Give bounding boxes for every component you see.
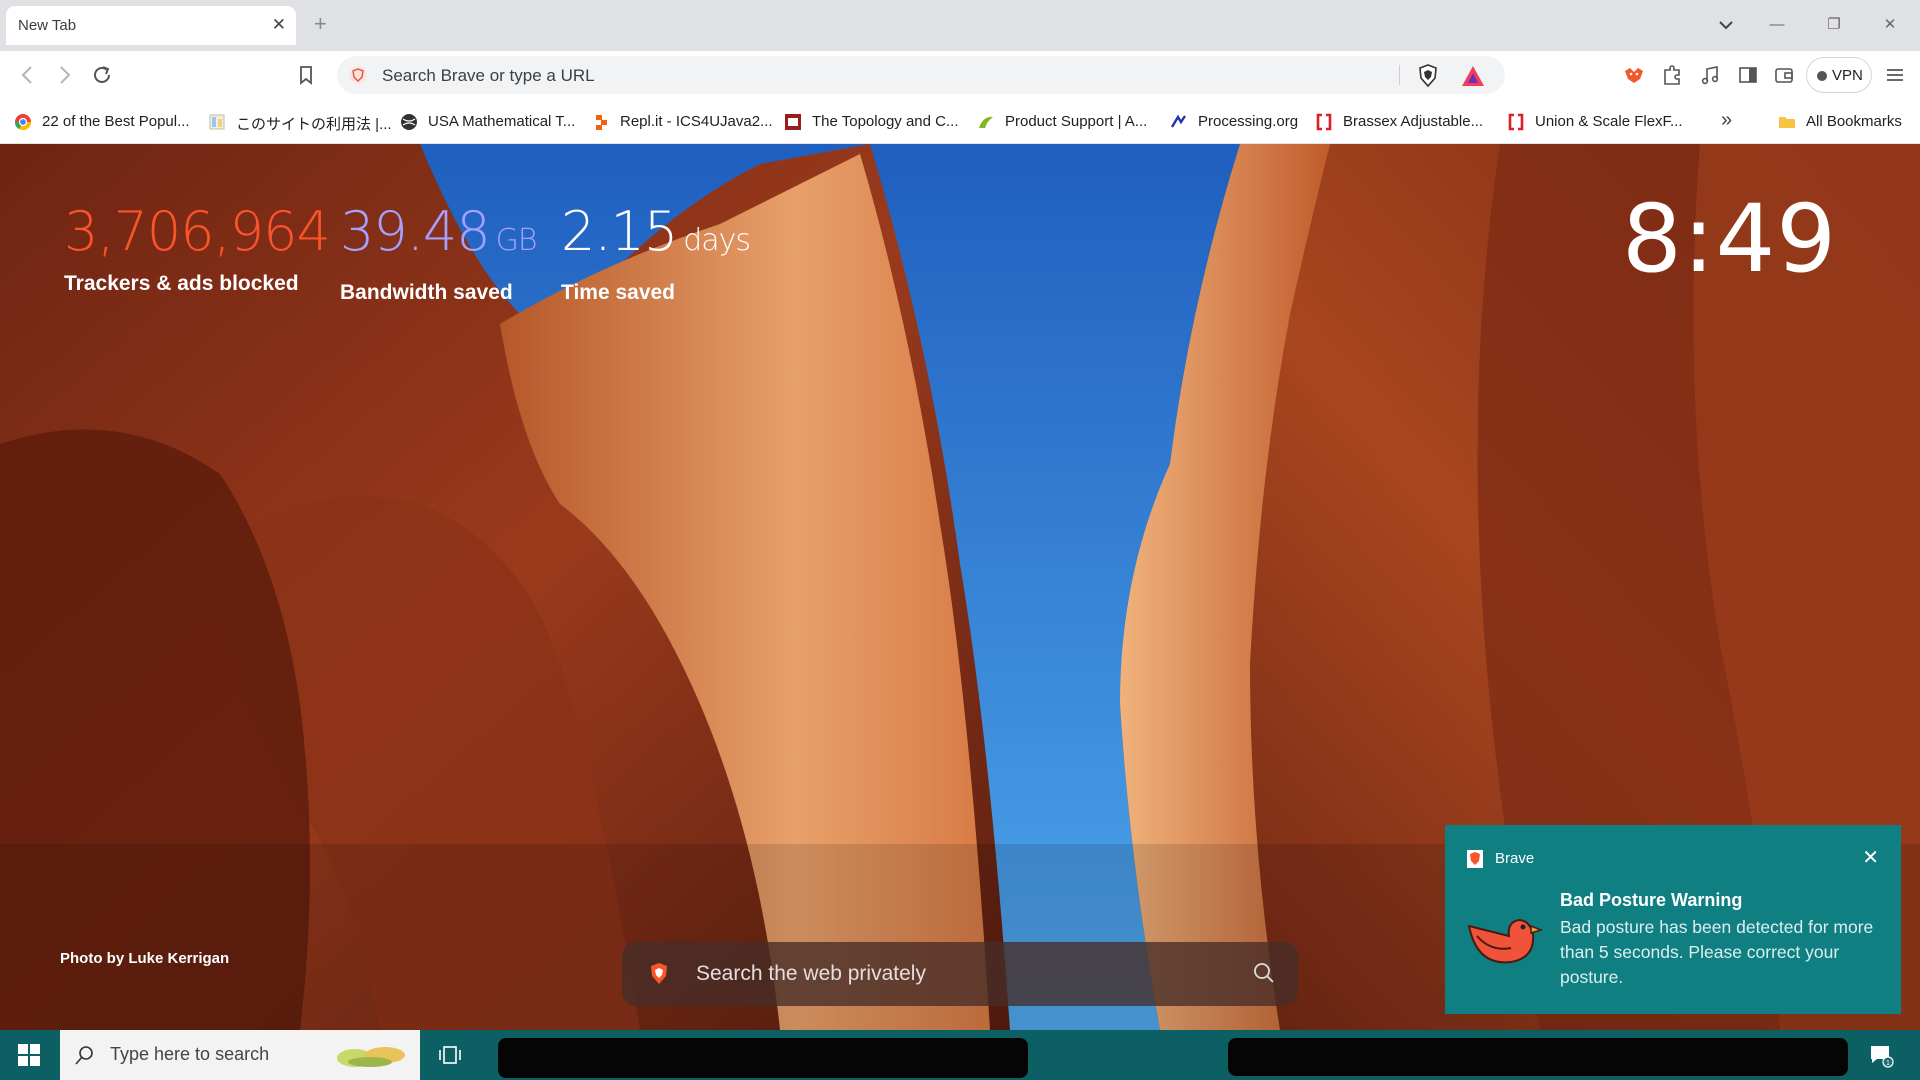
tab-new-tab[interactable]: New Tab ✕ xyxy=(6,6,296,45)
tab-title: New Tab xyxy=(18,17,77,34)
replit-icon xyxy=(596,115,607,130)
address-bar[interactable]: Search Brave or type a URL xyxy=(337,56,1505,94)
notification-title: Bad Posture Warning xyxy=(1560,890,1743,910)
back-arrow-icon[interactable] xyxy=(15,62,41,88)
brave-wallet-lion-icon[interactable] xyxy=(1622,63,1646,87)
taskbar-search-placeholder: Type here to search xyxy=(110,1044,270,1064)
forward-arrow-icon[interactable] xyxy=(51,62,77,88)
svg-text:1: 1 xyxy=(1886,1060,1890,1067)
bandwidth-saved-stat: 39.48 GB Bandwidth saved xyxy=(340,200,538,305)
search-icon[interactable] xyxy=(1252,961,1276,985)
window-close-button[interactable]: ✕ xyxy=(1878,13,1902,37)
stat-unit: GB xyxy=(495,223,538,258)
stat-label: Trackers & ads blocked xyxy=(64,272,299,295)
brave-rewards-icon[interactable] xyxy=(1461,65,1485,87)
chrome-color-icon xyxy=(14,114,32,131)
acer-icon xyxy=(979,116,993,128)
globe-icon xyxy=(401,114,417,130)
stat-value: 2.15 xyxy=(561,200,678,263)
media-music-icon[interactable] xyxy=(1698,63,1722,87)
vpn-button[interactable]: VPN xyxy=(1806,57,1872,93)
page-icon xyxy=(209,114,225,130)
notification-body: Bad posture has been detected for more t… xyxy=(1560,917,1874,987)
minimize-button[interactable]: — xyxy=(1765,13,1789,37)
redacted-taskbar-apps xyxy=(498,1038,1028,1078)
photo-credit[interactable]: Photo by Luke Kerrigan xyxy=(60,950,229,967)
ntp-search-placeholder: Search the web privately xyxy=(696,962,926,985)
stat-label: Time saved xyxy=(561,281,676,304)
stat-unit: days xyxy=(683,223,751,258)
browser-toolbar: Search Brave or type a URL VPN xyxy=(0,51,1920,100)
new-tab-button[interactable]: + xyxy=(314,11,327,37)
tab-close-icon[interactable]: ✕ xyxy=(272,15,286,35)
task-view-icon[interactable] xyxy=(438,1044,462,1066)
bookmark-label: Processing.org xyxy=(1198,113,1299,130)
bookmark-label: USA Mathematical T... xyxy=(428,113,576,130)
brave-app-icon xyxy=(1467,850,1483,868)
wallet-icon[interactable] xyxy=(1772,63,1796,87)
journal-icon xyxy=(785,114,801,130)
windows-taskbar: Type here to search 1 xyxy=(0,1030,1920,1080)
reload-icon[interactable] xyxy=(89,62,115,88)
bookmark-label: Repl.it - ICS4UJava2... xyxy=(620,113,773,130)
vpn-label: VPN xyxy=(1832,67,1863,84)
notification-toast[interactable]: Brave ✕ Bad Posture Warning Bad posture … xyxy=(1445,825,1901,1014)
restore-button[interactable]: ❐ xyxy=(1822,13,1846,37)
clock: 8:49 xyxy=(1622,185,1838,294)
brave-logo-icon xyxy=(651,963,667,984)
bookmark-this-page-icon[interactable] xyxy=(293,62,319,88)
bracket-icon xyxy=(1508,113,1524,131)
tab-search-chevron-icon[interactable] xyxy=(1715,14,1737,36)
address-bar-placeholder: Search Brave or type a URL xyxy=(382,66,595,85)
trackers-blocked-stat: 3,706,964 Trackers & ads blocked xyxy=(64,200,331,296)
windows-start-icon[interactable] xyxy=(16,1042,42,1068)
all-bookmarks-label: All Bookmarks xyxy=(1806,113,1902,130)
notification-app-name: Brave xyxy=(1495,850,1535,867)
redacted-system-tray xyxy=(1228,1038,1848,1076)
brave-shields-icon[interactable] xyxy=(1417,64,1439,88)
folder-icon xyxy=(1779,117,1795,128)
bookmark-label: Brassex Adjustable... xyxy=(1343,113,1484,130)
bird-icon xyxy=(1467,918,1543,964)
search-highlight-illustration-icon xyxy=(337,1047,405,1067)
sidebar-toggle-icon[interactable] xyxy=(1736,63,1760,87)
bookmark-label: The Topology and C... xyxy=(812,113,959,130)
vpn-status-dot xyxy=(1817,71,1827,81)
site-shield-icon[interactable] xyxy=(349,66,367,84)
bookmark-label: Union & Scale FlexF... xyxy=(1535,113,1683,130)
stat-value: 39.48 xyxy=(340,200,491,263)
notification-close-icon[interactable]: ✕ xyxy=(1862,845,1879,870)
search-icon xyxy=(75,1046,93,1065)
stat-value: 3,706,964 xyxy=(64,200,331,263)
more-bookmarks-chevron-icon[interactable]: » xyxy=(1721,109,1732,132)
divider xyxy=(1399,65,1400,85)
stat-label: Bandwidth saved xyxy=(340,281,513,304)
taskbar-search-box[interactable]: Type here to search xyxy=(60,1030,420,1080)
bracket-icon xyxy=(1316,113,1332,131)
time-saved-stat: 2.15 days Time saved xyxy=(561,200,751,305)
extensions-puzzle-icon[interactable] xyxy=(1660,63,1684,87)
action-center-notification-icon[interactable]: 1 xyxy=(1868,1042,1894,1068)
processing-icon xyxy=(1170,114,1186,128)
main-menu-hamburger-icon[interactable] xyxy=(1883,63,1907,87)
tab-strip: New Tab ✕ + — ❐ ✕ xyxy=(0,0,1920,51)
bookmark-label: Product Support | A... xyxy=(1005,113,1148,130)
bookmarks-bar: 22 of the Best Popul... このサイトの利用法 |... U… xyxy=(0,100,1920,144)
bookmark-label: 22 of the Best Popul... xyxy=(42,113,190,130)
bookmark-label: このサイトの利用法 |... xyxy=(236,116,392,133)
ntp-search-box[interactable]: Search the web privately xyxy=(622,942,1298,1006)
